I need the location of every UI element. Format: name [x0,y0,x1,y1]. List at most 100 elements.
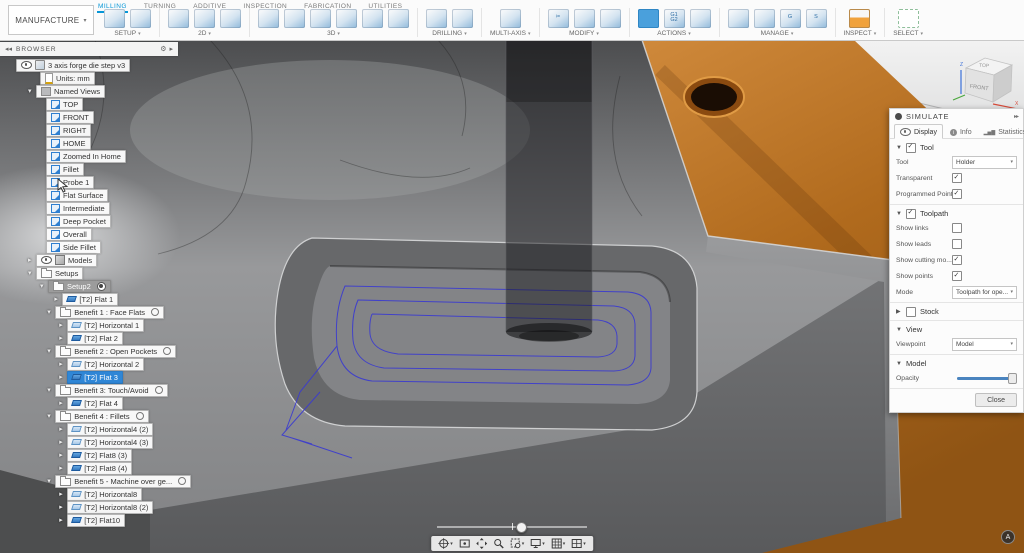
toolbar-group-label[interactable]: MODIFY▾ [569,30,599,37]
section-checkbox[interactable] [906,143,916,153]
toolbar-icon[interactable] [336,9,357,28]
setting-checkbox[interactable] [952,271,962,281]
tree-row-box[interactable]: [T2] Horizontal4 (2) [67,423,153,436]
tree-row-box[interactable]: [T2] Horizontal8 [67,488,142,501]
tree-row-box[interactable]: [T2] Flat 2 [67,332,123,345]
tree-row[interactable]: ▸ [T2] Horizontal 1 [0,320,191,331]
tree-row-box[interactable]: HOME [46,137,91,150]
toolbar-group-label[interactable]: INSPECT▾ [844,30,877,37]
collapse-arrow-icon[interactable]: ▸ [59,490,67,498]
active-setup-radio-icon[interactable] [97,282,106,291]
collapse-arrow-icon[interactable]: ▸ [59,425,67,433]
toolbar-group-label[interactable]: MULTI-AXIS▾ [490,30,531,37]
tree-row-box[interactable]: [T2] Horizontal 2 [67,358,144,371]
tree-row[interactable]: ▸ [T2] Flat 3 [0,372,191,383]
tree-row[interactable]: ▸ [T2] Horizontal4 (3) [0,437,191,448]
tree-row-box[interactable]: Benefit 4 : Fillets [55,410,148,423]
tree-row-box[interactable]: [T2] Flat8 (4) [67,462,132,475]
toolbar-icon[interactable] [258,9,279,28]
setting-checkbox[interactable] [952,223,962,233]
nav-tool[interactable]: ▾ [510,538,525,549]
toolbar-group-label[interactable]: 2D▾ [198,30,211,37]
toolbar-icon[interactable] [388,9,409,28]
tree-row[interactable]: Probe 1 [0,177,191,188]
toolbar-icon[interactable] [500,9,521,28]
tree-row[interactable]: ▸ [T2] Flat 4 [0,398,191,409]
tree-row-box[interactable]: Fillet [46,163,84,176]
tree-row[interactable]: Deep Pocket [0,216,191,227]
tree-row-box[interactable]: Flat Surface [46,189,108,202]
toolbar-icon[interactable] [284,9,305,28]
tree-row[interactable]: Intermediate [0,203,191,214]
section-header[interactable]: ▼ View [896,323,1017,336]
tree-row[interactable]: ▸ [T2] Flat8 (4) [0,463,191,474]
tree-row-box[interactable]: [T2] Flat 1 [62,293,118,306]
toolbar-icon[interactable] [898,9,919,28]
tree-row[interactable]: 3 axis forge die step v3 [0,60,191,71]
expand-arrow-icon[interactable]: ▾ [47,308,55,316]
toolbar-icon[interactable]: G1 G2 [664,9,685,28]
tree-row-box[interactable]: Named Views [36,85,105,98]
expand-arrow-icon[interactable]: ▼ [896,211,902,217]
tree-row[interactable]: ▾ Setup2 [0,281,191,292]
simulate-tab[interactable]: ▂▅▇ Statistics [979,126,1024,138]
tree-row[interactable]: ▸ Models [0,255,191,266]
chevron-down-icon[interactable]: ▾ [563,541,566,547]
nav-tool[interactable]: ▾ [438,538,453,549]
nav-tool[interactable]: ▾ [571,538,586,549]
setting-checkbox[interactable] [952,255,962,265]
tree-row[interactable]: Units: mm [0,73,191,84]
nav-tool[interactable] [459,538,470,549]
tree-row[interactable]: ▸ [T2] Flat 1 [0,294,191,305]
tree-row-box[interactable]: [T2] Horizontal 1 [67,319,144,332]
chevron-down-icon[interactable]: ▾ [583,541,586,547]
toolbar-icon[interactable] [690,9,711,28]
tree-row[interactable]: FRONT [0,112,191,123]
toolbar-group-label[interactable]: ACTIONS▾ [657,30,690,37]
chevron-down-icon[interactable]: ▾ [450,541,453,547]
chevron-down-icon[interactable]: ▾ [522,541,525,547]
toolbar-icon[interactable] [194,9,215,28]
tree-row-box[interactable]: Models [36,254,97,267]
collapse-arrow-icon[interactable]: ▸ [59,438,67,446]
tree-row-box[interactable]: [T2] Flat 4 [67,397,123,410]
playback-timeline[interactable] [437,522,587,531]
tree-row[interactable]: ▾ Benefit 1 : Face Flat [0,307,191,318]
section-header[interactable]: ▼ Toolpath [896,207,1017,220]
tree-row-box[interactable]: [T2] Horizontal8 (2) [67,501,153,514]
expand-arrow-icon[interactable]: ▼ [896,145,902,151]
expand-arrow-icon[interactable]: ▾ [47,347,55,355]
tree-row-box[interactable]: FRONT [46,111,94,124]
toolbar-group-label[interactable]: 3D▾ [327,30,340,37]
setting-dropdown[interactable]: Model▾ [952,338,1017,351]
nav-tool[interactable]: ▾ [530,538,545,549]
nav-tool[interactable]: ▾ [551,538,566,549]
toolbar-icon[interactable] [574,9,595,28]
toolbar-icon[interactable] [754,9,775,28]
collapse-arrow-icon[interactable]: ▶ [896,308,902,315]
tree-row-box[interactable]: Units: mm [40,72,95,85]
close-button[interactable]: Close [975,393,1017,407]
tree-row[interactable]: Side Fillet [0,242,191,253]
tree-row[interactable]: ▾ Benefit 4 : Fillets [0,411,191,422]
simulate-dialog-header[interactable]: SIMULATE ▸▸ [890,109,1023,123]
opacity-slider[interactable] [957,373,1017,383]
toolbar-icon[interactable] [168,9,189,28]
chevron-down-icon[interactable]: ▾ [542,541,545,547]
tree-row[interactable]: RIGHT [0,125,191,136]
toolbar-icon[interactable] [104,9,125,28]
toolbar-icon[interactable] [130,9,151,28]
expand-arrow-icon[interactable]: ▾ [28,269,36,277]
tree-row[interactable]: ▸ [T2] Horizontal8 (2) [0,502,191,513]
toolbar-icon[interactable]: G [780,9,801,28]
simulate-tab[interactable]: i Info [945,126,977,138]
expand-arrow-icon[interactable]: ▾ [47,386,55,394]
visibility-eye-icon[interactable] [21,61,32,69]
tree-row-box[interactable]: [T2] Flat 3 [67,371,123,384]
collapse-arrow-icon[interactable]: ▸ [59,373,67,381]
collapse-arrow-icon[interactable]: ▸ [59,503,67,511]
tree-row[interactable]: ▸ [T2] Flat10 [0,515,191,526]
tree-row-box[interactable]: Intermediate [46,202,110,215]
expand-arrow-icon[interactable]: ▾ [47,477,55,485]
toolbar-icon[interactable] [849,9,870,28]
